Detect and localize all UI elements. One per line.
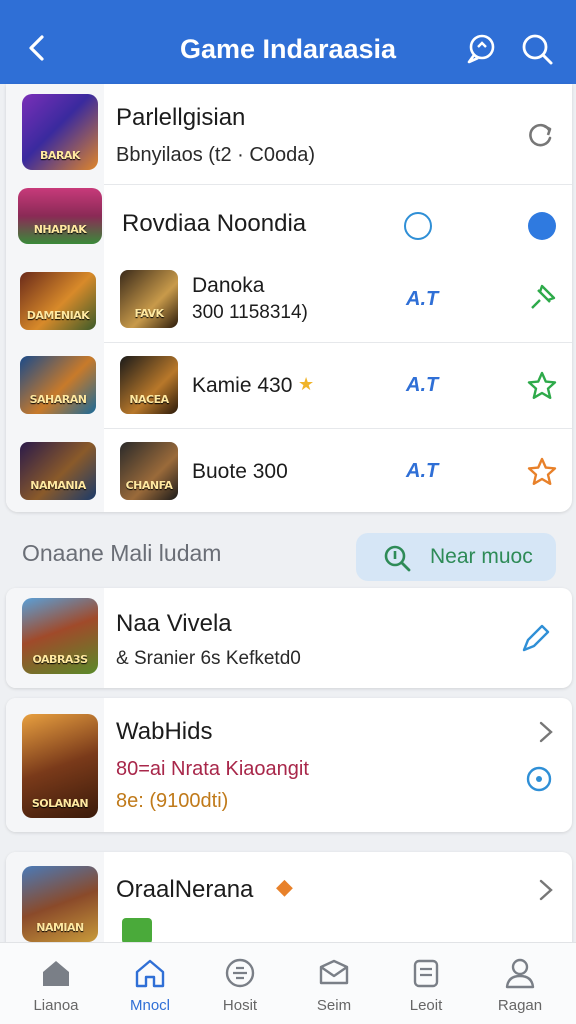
item-count: 300 1158314) (192, 302, 308, 323)
featured-card: BARAK Parlellgisian Bbnyilaos (t2 · C0od… (6, 84, 572, 512)
game-card[interactable]: OABRA3S Naa Vivela & Sranier 6s Kefketd0 (6, 588, 572, 688)
edit-icon[interactable] (520, 622, 552, 654)
card-subtitle: & Sranier 6s Kefketd0 (116, 648, 301, 669)
nav-label: Hosit (222, 997, 258, 1014)
game-thumbnail[interactable]: FAVK (120, 270, 178, 328)
font-badge[interactable]: A.T (406, 460, 438, 483)
item-title[interactable]: Danoka (192, 274, 264, 298)
radio-button-selected[interactable] (528, 212, 556, 240)
game-card[interactable]: SOLANAN WabHids 80=ai Nrata Kiaoangit 8e… (6, 698, 572, 832)
game-thumbnail[interactable]: OABRA3S (22, 598, 98, 674)
font-badge[interactable]: A.T (406, 288, 438, 311)
game-thumbnail[interactable]: NACEA (120, 356, 178, 414)
game-thumbnail[interactable]: CHANFA (120, 442, 178, 500)
chat-icon[interactable] (464, 32, 498, 66)
bottom-navigation: Lianoa Mnocl Hosit Seim Leoit Ragan (0, 942, 576, 1024)
game-thumbnail[interactable]: BARAK (22, 94, 98, 170)
card-detail: 80=ai Nrata Kiaoangit (116, 758, 309, 780)
chevron-right-icon[interactable] (536, 878, 556, 902)
search-icon[interactable] (520, 32, 554, 66)
nav-label: Ragan (497, 997, 543, 1014)
item-title[interactable]: Kamie 430 (192, 374, 292, 398)
home-outline-icon (135, 959, 165, 988)
nav-item-library[interactable]: Leoit (378, 943, 474, 1024)
game-thumbnail[interactable]: NAMIAN (22, 866, 98, 942)
nav-label: Leoit (409, 997, 443, 1014)
card-price: 8e: (9100dti) (116, 790, 229, 812)
gamepad-icon (225, 958, 255, 988)
item-title[interactable]: Buote 300 (192, 460, 288, 484)
featured-title[interactable]: Parlellgisian (116, 104, 245, 132)
section-action-label: Near muoc (430, 545, 533, 568)
favorite-star-icon[interactable] (526, 456, 558, 488)
section-action-button[interactable]: Near muoc (356, 533, 556, 581)
flame-icon: ◆ (276, 874, 293, 899)
nav-label: Lianoa (33, 997, 79, 1014)
radio-button-unselected[interactable] (404, 212, 432, 240)
star-rating-icon: ★ (298, 374, 315, 394)
row-title[interactable]: Rovdiaa Noondia (122, 210, 306, 238)
nav-item-profile[interactable]: Ragan (472, 943, 568, 1024)
card-title[interactable]: OraalNerana (116, 876, 253, 904)
card-title[interactable]: WabHids (116, 718, 212, 746)
font-badge[interactable]: A.T (406, 374, 438, 397)
pin-icon[interactable] (526, 282, 558, 314)
status-bar (0, 0, 576, 14)
chevron-right-icon[interactable] (536, 720, 556, 744)
section-label: Onaane Mali ludam (22, 540, 222, 566)
target-icon[interactable] (524, 764, 554, 794)
library-icon (413, 959, 439, 988)
game-thumbnail[interactable]: DAMENIAK (20, 272, 96, 330)
game-thumbnail[interactable]: SAHARAN (20, 356, 96, 414)
featured-subtitle: Bbnyilaos (t2 · C0oda) (116, 144, 315, 166)
refresh-icon[interactable] (524, 118, 556, 150)
nav-label: Mnocl (129, 997, 170, 1014)
nav-item-home[interactable]: Lianoa (8, 943, 104, 1024)
home-icon (43, 961, 69, 986)
game-thumbnail[interactable]: NHAPIAK (18, 188, 102, 244)
favorite-star-icon[interactable] (526, 370, 558, 402)
app-bar: Game Indaraasia (0, 14, 576, 84)
nav-label: Seim (316, 997, 352, 1014)
game-thumbnail[interactable]: NAMANIA (20, 442, 96, 500)
location-icon (384, 545, 411, 572)
category-icon (122, 918, 152, 944)
game-thumbnail[interactable]: SOLANAN (22, 714, 98, 818)
envelope-icon (319, 959, 349, 985)
card-title[interactable]: Naa Vivela (116, 610, 232, 638)
nav-item-games[interactable]: Hosit (192, 943, 288, 1024)
profile-icon (505, 958, 535, 989)
nav-item-active[interactable]: Mnocl (102, 943, 198, 1024)
nav-item-messages[interactable]: Seim (286, 943, 382, 1024)
